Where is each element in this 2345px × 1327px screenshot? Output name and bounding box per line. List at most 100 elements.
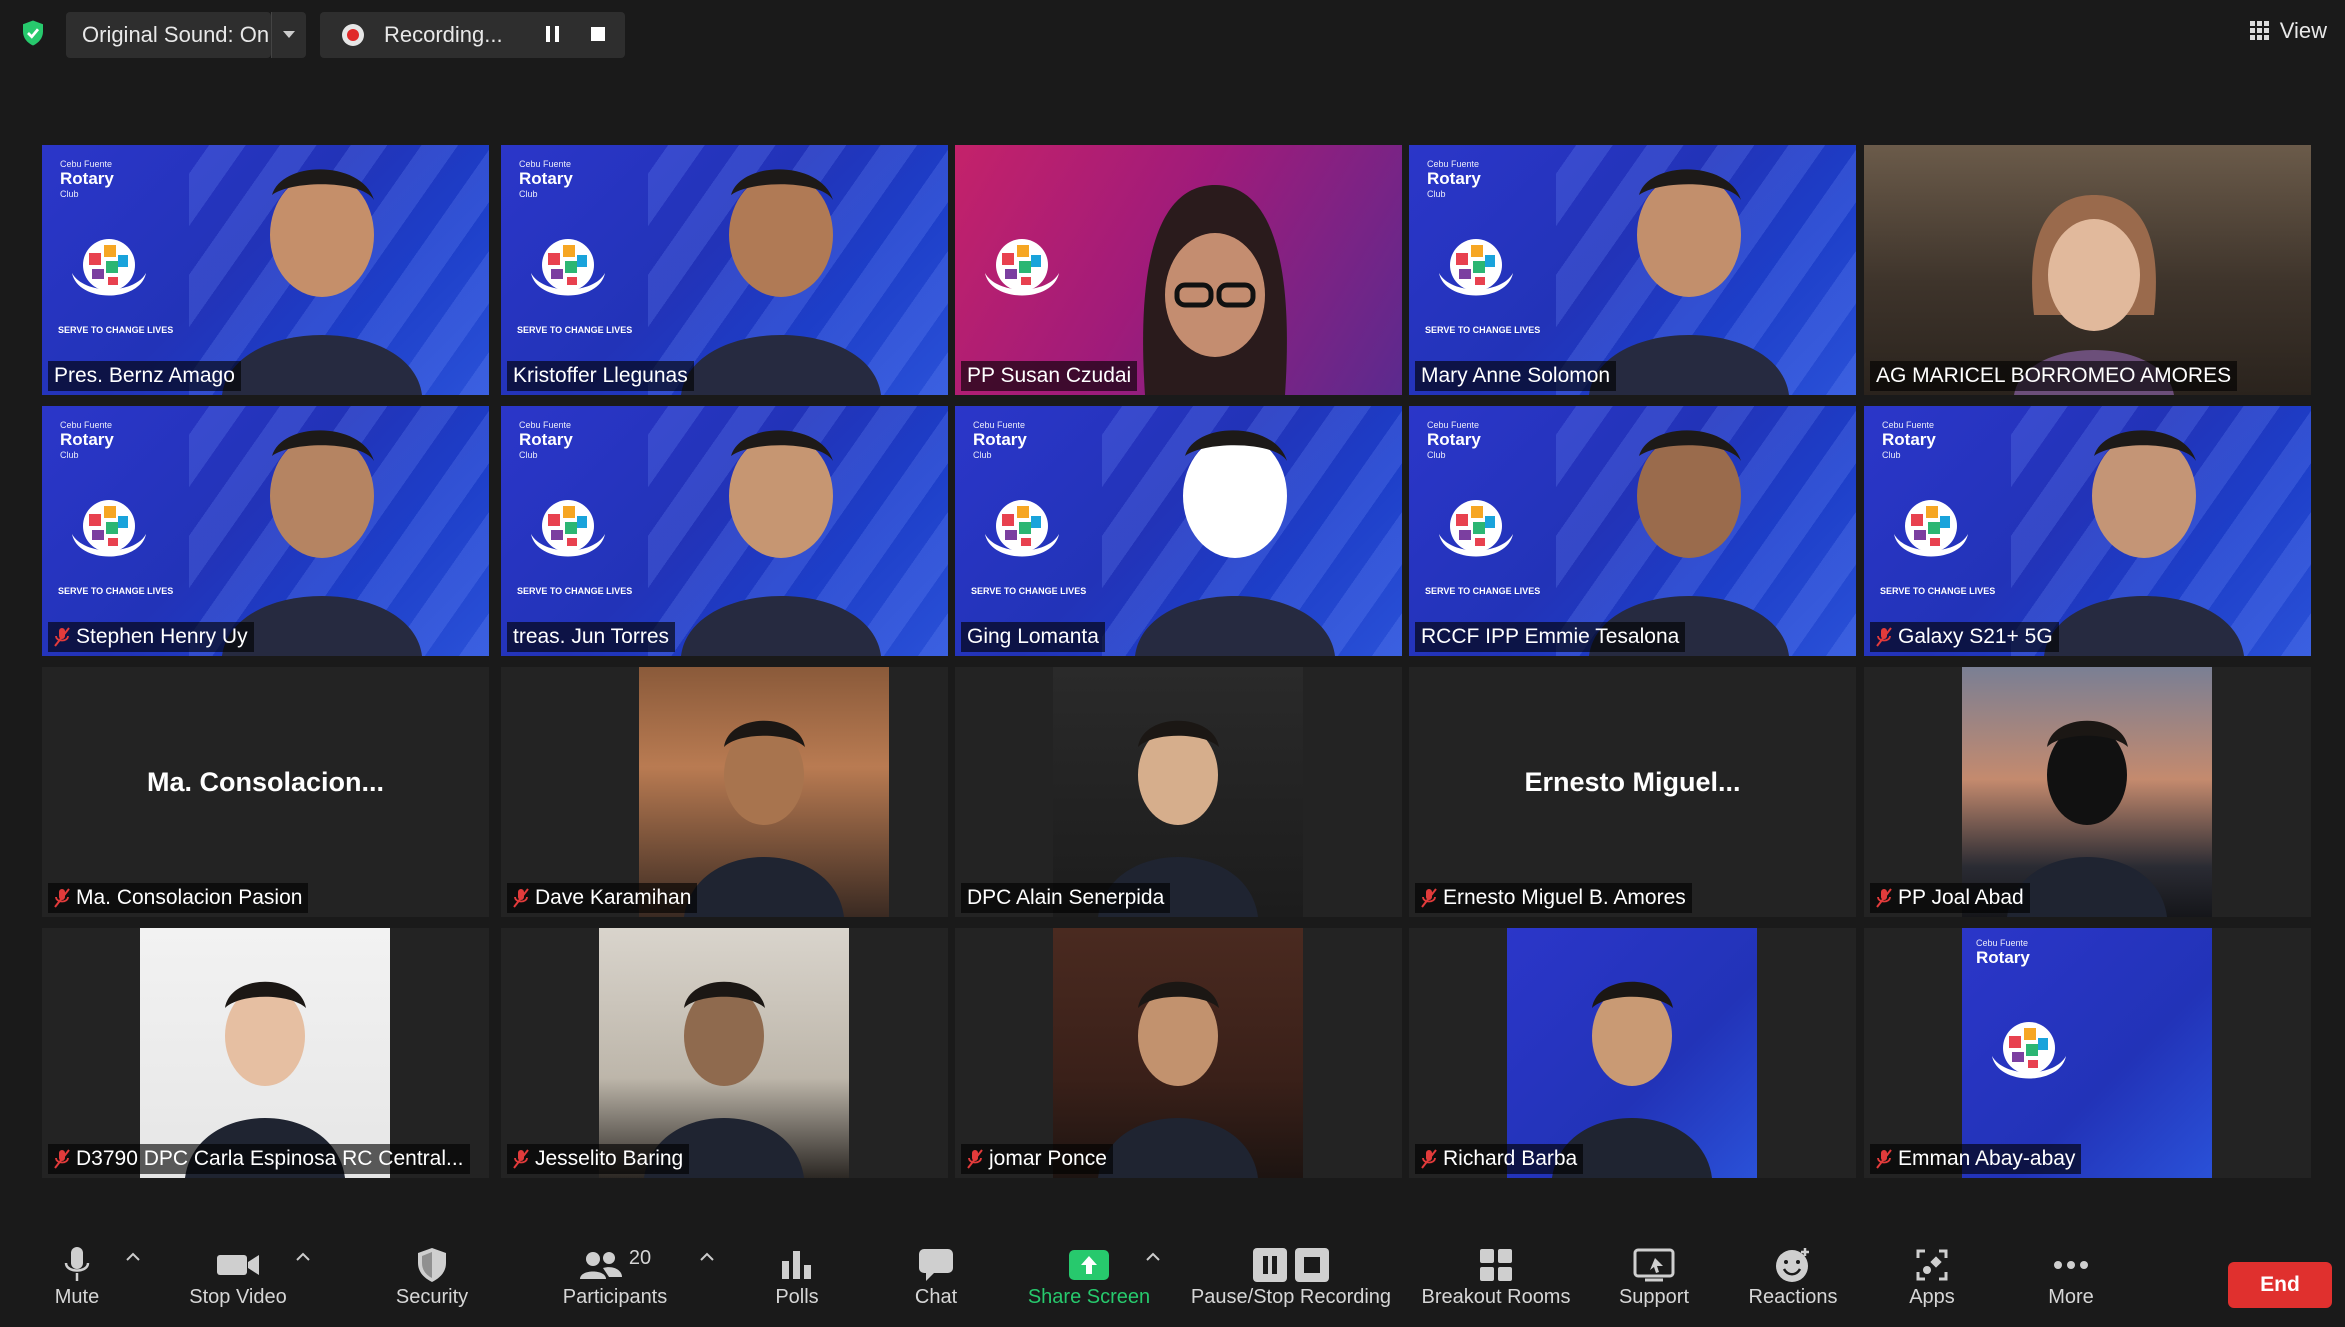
breakout-rooms-button[interactable]: Breakout Rooms [1406, 1244, 1586, 1309]
participant-video-tile[interactable]: Cebu Fuente Rotary Club SERVE TO CHANGE LIV… [501, 145, 948, 395]
participant-video-tile[interactable]: Dave Karamihan [501, 667, 948, 917]
video-options-caret-icon[interactable] [296, 1252, 310, 1262]
participant-video-tile[interactable]: Cebu Fuente Rotary Club SERVE TO CHANGE LIV… [1409, 406, 1856, 656]
participant-video-tile[interactable]: AG MARICEL BORROMEO AMORES [1864, 145, 2311, 395]
participant-name-tag: Pres. Bernz Amago [48, 361, 241, 391]
apps-button[interactable]: Apps [1862, 1244, 2002, 1309]
participant-video-tile[interactable]: Cebu Fuente Rotary Club SERVE TO CHANGE LIV… [42, 145, 489, 395]
share-screen-arrow-icon [1069, 1250, 1109, 1280]
breakout-rooms-icon [1480, 1249, 1512, 1281]
participants-caret-icon[interactable] [700, 1252, 714, 1262]
participant-video-tile[interactable]: Jesselito Baring [501, 928, 948, 1178]
participant-video-tile[interactable]: Cebu Fuente Rotary Club SERVE TO CHANGE LIV… [955, 406, 1402, 656]
support-button[interactable]: Support [1584, 1244, 1724, 1309]
smiley-reaction-icon [1776, 1248, 1809, 1282]
audio-options-caret-icon[interactable] [126, 1252, 140, 1262]
share-options-caret-icon[interactable] [1146, 1252, 1160, 1262]
participant-person-silhouette [1135, 430, 1335, 656]
pause-recording-icon[interactable] [545, 25, 561, 43]
rotary-globe-logo-icon [1439, 500, 1513, 557]
more-label: More [2048, 1286, 2094, 1308]
participant-video-tile[interactable]: Richard Barba [1409, 928, 1856, 1178]
participant-name: Dave Karamihan [535, 886, 692, 909]
video-camera-icon [217, 1255, 259, 1275]
rotary-brand: Rotary [1976, 948, 2030, 967]
polls-button[interactable]: Polls [727, 1244, 867, 1309]
muted-mic-icon [1876, 1149, 1892, 1169]
stop-video-label: Stop Video [189, 1286, 287, 1308]
chat-button[interactable]: Chat [866, 1244, 1006, 1309]
participant-video-tile[interactable]: Cebu Fuente Rotary Emman Abay-abay [1864, 928, 2311, 1178]
security-button[interactable]: Security [362, 1244, 502, 1309]
participant-name: PP Susan Czudai [967, 364, 1132, 387]
rotary-brand: Rotary [1427, 169, 1481, 188]
rotary-serve-text: SERVE TO CHANGE LIVES [1425, 586, 1541, 596]
remote-support-icon [1633, 1248, 1675, 1282]
participant-video-tile[interactable]: DPC Alain Senerpida [955, 667, 1402, 917]
pause-stop-recording-button[interactable]: Pause/Stop Recording [1181, 1244, 1401, 1309]
view-button[interactable]: View [2249, 18, 2327, 44]
participant-video-tile[interactable]: Ernesto Miguel... Ernesto Miguel B. Amore… [1409, 667, 1856, 917]
participant-person-silhouette [681, 169, 881, 395]
rotary-serve-text: SERVE TO CHANGE LIVES [58, 325, 174, 335]
stop-recording-icon[interactable] [591, 27, 605, 41]
rotary-club-line: Cebu Fuente [1976, 938, 2029, 948]
end-meeting-button[interactable]: End [2228, 1262, 2332, 1308]
original-sound-button[interactable]: Original Sound: On [66, 12, 271, 58]
participant-video-tile[interactable]: Cebu Fuente Rotary Club SERVE TO CHANGE LIV… [1864, 406, 2311, 656]
end-label: End [2260, 1273, 2300, 1296]
participant-person-silhouette [222, 430, 422, 656]
participant-video-tile[interactable]: Cebu Fuente Rotary Club SERVE TO CHANGE LIV… [1409, 145, 1856, 395]
encryption-shield-icon[interactable] [18, 18, 48, 48]
rotary-serve-text: SERVE TO CHANGE LIVES [58, 586, 174, 596]
participant-name-tag: Mary Anne Solomon [1415, 361, 1617, 391]
participant-video-tile[interactable]: D3790 DPC Carla Espinosa RC Central... [42, 928, 489, 1178]
reactions-button[interactable]: Reactions [1723, 1244, 1863, 1309]
profile-photo [140, 928, 390, 1178]
rotary-globe-logo-icon [72, 500, 146, 557]
participant-video-tile[interactable]: Cebu Fuente Rotary Club SERVE TO CHANGE LIV… [501, 406, 948, 656]
share-screen-button[interactable]: Share Screen [1019, 1244, 1159, 1309]
participant-video-tile[interactable]: jomar Ponce [955, 928, 1402, 1178]
rotary-club-logo: Cebu Fuente Rotary Club [1427, 420, 1527, 460]
caret-down-icon [283, 31, 295, 38]
participant-name: Pres. Bernz Amago [54, 364, 235, 387]
recording-indicator: Recording... [320, 12, 625, 58]
participant-name-tag: D3790 DPC Carla Espinosa RC Central... [48, 1144, 470, 1174]
share-screen-label: Share Screen [1027, 1286, 1151, 1308]
participant-video-tile[interactable]: PP Susan Czudai [955, 145, 1402, 395]
participant-video-tile[interactable]: Ma. Consolacion... Ma. Consolacion Pasion [42, 667, 489, 917]
more-button[interactable]: More [2001, 1244, 2141, 1309]
original-sound-dropdown[interactable] [271, 12, 306, 58]
rotary-club-logo: Cebu Fuente Rotary Club [519, 159, 619, 199]
participants-label: Participants [562, 1286, 668, 1308]
participant-video-tile[interactable]: Cebu Fuente Rotary Club SERVE TO CHANGE LIV… [42, 406, 489, 656]
stop-video-button[interactable]: Stop Video [168, 1244, 308, 1309]
pause-icon [1253, 1248, 1287, 1282]
rotary-globe-logo-icon [72, 239, 146, 296]
muted-mic-icon [513, 1149, 529, 1169]
security-shield-icon [418, 1248, 446, 1282]
pause-stop-recording-label: Pause/Stop Recording [1190, 1286, 1392, 1308]
participants-button[interactable]: 20 Participants [545, 1244, 685, 1309]
participant-name: Mary Anne Solomon [1421, 364, 1611, 387]
rotary-serve-text: SERVE TO CHANGE LIVES [517, 586, 633, 596]
chat-label: Chat [914, 1286, 958, 1308]
participant-video-tile[interactable]: PP Joal Abad [1864, 667, 2311, 917]
rotary-brand: Rotary [60, 169, 114, 188]
participant-person-silhouette [1589, 169, 1789, 395]
participant-name: AG MARICEL BORROMEO AMORES [1876, 364, 2232, 387]
rotary-club-logo: Cebu Fuente Rotary Club [60, 159, 160, 199]
rotary-club-line: Cebu Fuente [60, 159, 113, 169]
meeting-top-bar: Original Sound: On Recording... View [0, 0, 2345, 70]
rotary-club-word: Club [973, 450, 992, 460]
rotary-club-line: Cebu Fuente [1427, 159, 1480, 169]
participant-name-tag: Ernesto Miguel B. Amores [1415, 883, 1692, 913]
participant-name: Stephen Henry Uy [76, 625, 248, 648]
rotary-club-logo: Cebu Fuente Rotary Club [519, 420, 619, 460]
muted-mic-icon [513, 888, 529, 908]
rotary-club-word: Club [1427, 189, 1446, 199]
muted-mic-icon [1421, 1149, 1437, 1169]
mute-label: Mute [54, 1286, 100, 1308]
participant-name-tag: AG MARICEL BORROMEO AMORES [1870, 361, 2238, 391]
